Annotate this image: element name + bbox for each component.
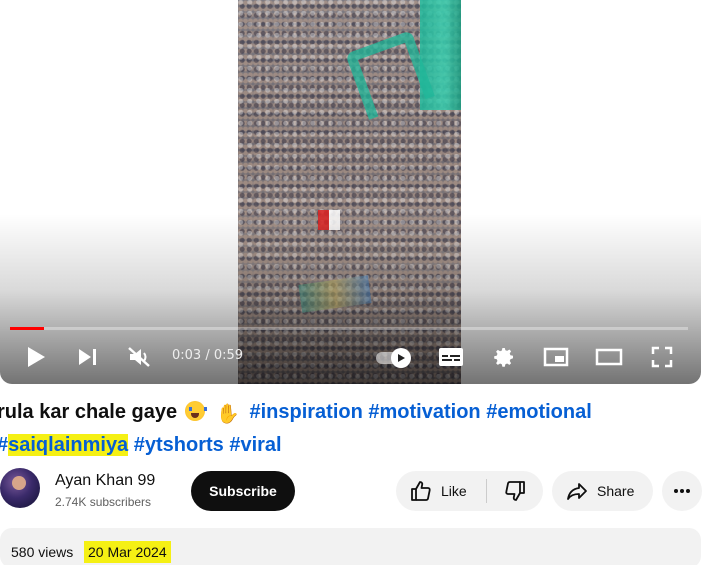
hashtag-link-highlighted[interactable]: #saiqlainmiya [0,434,129,456]
fullscreen-button[interactable] [647,340,677,374]
settings-button[interactable] [489,340,519,374]
share-button[interactable]: Share [552,471,653,511]
like-button[interactable]: Like [396,471,486,511]
view-count: 580 views [11,544,74,560]
captions-button[interactable] [436,340,466,374]
subscriber-count: 2.74K subscribers [55,495,152,509]
autoplay-play-icon [398,354,405,362]
hashtag-link[interactable]: #motivation [368,401,480,423]
miniplayer-button[interactable] [541,340,571,374]
fullscreen-icon [651,346,673,368]
hashtag-link[interactable]: #viral [229,434,281,456]
progress-fill [10,327,44,330]
next-button[interactable] [74,340,102,374]
theater-button[interactable] [593,340,625,374]
dislike-button[interactable] [487,471,543,511]
play-button[interactable] [22,340,50,374]
share-label: Share [597,483,635,499]
time-display: 0:03 / 0:59 [172,348,244,363]
channel-name[interactable]: Ayan Khan 99 [55,472,155,490]
subscribe-button[interactable]: Subscribe [191,471,295,511]
autoplay-toggle[interactable] [376,346,414,368]
next-icon [79,349,96,365]
thumbs-down-icon [505,481,525,501]
upload-date: 20 Mar 2024 [84,541,171,563]
crying-face-icon [184,401,207,421]
progress-bar[interactable] [10,327,688,330]
folded-hands-icon: ✋ [216,404,240,425]
muted-icon [128,347,150,367]
like-label: Like [441,483,467,499]
video-player[interactable]: 0:03 / 0:59 [0,0,701,384]
channel-avatar[interactable] [0,468,40,508]
hashtag-link[interactable]: #ytshorts [134,434,224,456]
more-actions-button[interactable] [662,471,702,511]
like-dislike-group: Like [396,471,543,511]
share-icon [567,483,587,500]
autoplay-knob [391,348,411,368]
title-text: rula kar chale gaye [0,401,178,423]
miniplayer-icon [543,347,569,367]
thumbs-up-icon [411,481,431,501]
hashtag-link[interactable]: #emotional [486,401,592,423]
gear-icon [494,348,513,367]
mute-button[interactable] [124,340,154,374]
more-horizontal-icon [674,489,690,493]
video-title: rula kar chale gaye ✋ #inspiration #moti… [0,397,657,461]
hashtag-link[interactable]: #inspiration [249,401,362,423]
play-icon [28,347,45,367]
captions-icon [439,348,463,366]
theater-icon [595,348,623,366]
